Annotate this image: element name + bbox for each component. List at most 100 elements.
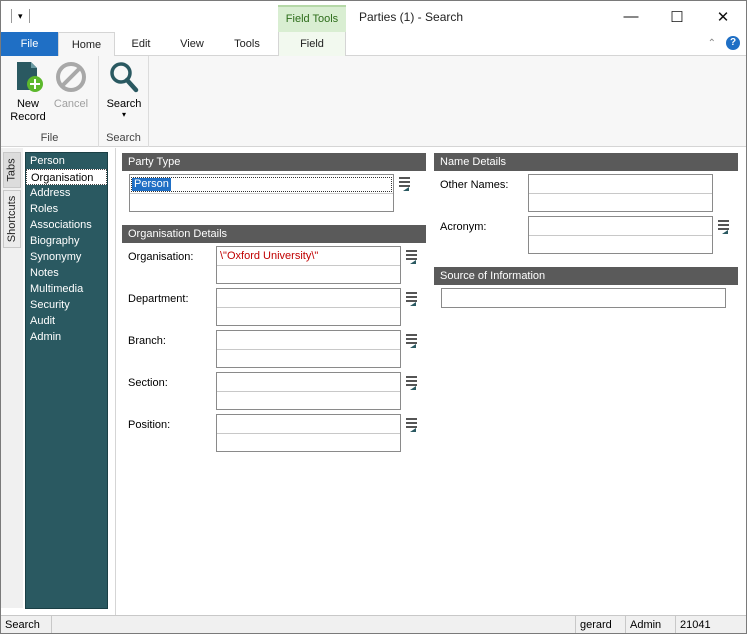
party-type-header: Party Type [122, 153, 426, 171]
tab-tools[interactable]: Tools [221, 32, 273, 56]
branch-field[interactable] [216, 330, 401, 368]
organisation-lookup-icon[interactable] [405, 249, 419, 265]
section-field[interactable] [216, 372, 401, 410]
field-row-divider [529, 235, 712, 236]
party-type-value: Person [132, 178, 171, 191]
nav-item-address[interactable]: Address [26, 185, 107, 201]
side-tab-tabs[interactable]: Tabs [3, 152, 21, 188]
source-of-information-field[interactable] [441, 288, 726, 308]
search-group-label: Search [106, 132, 141, 144]
nav-item-roles[interactable]: Roles [26, 201, 107, 217]
cancel-label: Cancel [53, 98, 89, 110]
section-lookup-icon[interactable] [405, 375, 419, 391]
quick-access-toolbar: ▾ [11, 7, 30, 25]
organisation-value: \"Oxford University\" [220, 250, 319, 262]
new-record-icon [17, 62, 43, 92]
status-role: Admin [625, 616, 675, 633]
title-bar: ▾ Field Tools Parties (1) - Search — ☐ ✕ [1, 1, 746, 32]
nav-item-audit[interactable]: Audit [26, 313, 107, 329]
status-message [51, 616, 575, 633]
tab-view[interactable]: View [167, 32, 217, 56]
close-icon: ✕ [716, 8, 730, 26]
branch-label: Branch: [128, 335, 166, 347]
nav-item-notes[interactable]: Notes [26, 265, 107, 281]
qat-separator [28, 9, 30, 23]
nav-item-multimedia[interactable]: Multimedia [26, 281, 107, 297]
cancel-icon [56, 62, 86, 92]
section-label: Section: [128, 377, 168, 389]
minimize-button[interactable]: — [608, 1, 654, 32]
organisation-details-header: Organisation Details [122, 225, 426, 243]
collapse-ribbon-icon[interactable]: ⌃ [708, 38, 716, 49]
new-record-label: New Record [10, 98, 46, 123]
field-row-divider [217, 307, 400, 308]
file-group-label: File [40, 132, 59, 144]
status-bar: Search gerard Admin 21041 [1, 615, 746, 633]
search-dropdown-icon[interactable]: ▾ [102, 111, 146, 119]
position-label: Position: [128, 419, 171, 431]
organisation-field[interactable]: \"Oxford University\" [216, 246, 401, 284]
ribbon: New Record Cancel File Search ▾ Search [1, 56, 746, 147]
field-row-divider [217, 433, 400, 434]
nav-item-security[interactable]: Security [26, 297, 107, 313]
tab-field[interactable]: Field [278, 32, 346, 56]
department-field[interactable] [216, 288, 401, 326]
field-row-divider [217, 391, 400, 392]
nav-item-organisation[interactable]: Organisation [26, 169, 107, 185]
side-tab-shortcuts-label: Shortcuts [6, 195, 18, 243]
app-window: ▾ Field Tools Parties (1) - Search — ☐ ✕… [0, 0, 747, 634]
position-field[interactable] [216, 414, 401, 452]
field-row-divider [217, 265, 400, 266]
source-of-information-header: Source of Information [434, 267, 738, 285]
field-row-divider [529, 193, 712, 194]
qat-separator [11, 9, 12, 23]
search-icon [110, 62, 139, 93]
other-names-field[interactable] [528, 174, 713, 212]
search-button[interactable]: Search ▾ [102, 60, 146, 119]
window-title: Parties (1) - Search [359, 10, 464, 24]
nav-item-associations[interactable]: Associations [26, 217, 107, 233]
maximize-icon: ☐ [670, 8, 684, 26]
help-icon[interactable]: ? [726, 36, 740, 50]
party-type-selection: Person [131, 177, 392, 192]
acronym-lookup-icon[interactable] [717, 219, 731, 235]
ribbon-tab-strip: File Home Edit View Tools Field ⌃ ? [1, 32, 746, 57]
position-lookup-icon[interactable] [405, 417, 419, 433]
nav-item-synonymy[interactable]: Synonymy [26, 249, 107, 265]
close-button[interactable]: ✕ [700, 1, 746, 32]
acronym-field[interactable] [528, 216, 713, 254]
side-tab-shortcuts[interactable]: Shortcuts [3, 190, 21, 248]
status-mode: Search [5, 619, 40, 631]
department-lookup-icon[interactable] [405, 291, 419, 307]
tab-edit[interactable]: Edit [117, 32, 165, 56]
field-row-divider [217, 349, 400, 350]
search-label: Search [106, 98, 142, 110]
organisation-label: Organisation: [128, 251, 194, 263]
ribbon-group-search: Search ▾ Search [99, 56, 149, 147]
party-type-lookup-icon[interactable] [398, 176, 412, 192]
qat-customize-icon[interactable]: ▾ [18, 11, 23, 21]
field-row-divider [130, 193, 393, 194]
ribbon-group-file: New Record Cancel File [1, 56, 99, 147]
party-type-field[interactable]: Person [129, 174, 394, 212]
cancel-button[interactable]: Cancel [49, 60, 93, 111]
tab-home[interactable]: Home [58, 32, 115, 57]
tab-navigator: Person Organisation Address Roles Associ… [25, 152, 108, 609]
field-tools-context-header: Field Tools [278, 5, 346, 32]
name-details-header: Name Details [434, 153, 738, 171]
ribbon-right-controls: ⌃ ? [708, 36, 740, 50]
department-label: Department: [128, 293, 189, 305]
new-record-button[interactable]: New Record [7, 60, 49, 124]
side-tab-tabs-label: Tabs [6, 158, 18, 182]
minimize-icon: — [623, 8, 639, 25]
tab-file[interactable]: File [1, 32, 58, 56]
status-number: 21041 [675, 616, 746, 633]
nav-item-admin[interactable]: Admin [26, 329, 107, 345]
acronym-label: Acronym: [440, 221, 487, 233]
nav-item-person[interactable]: Person [26, 153, 107, 169]
side-tab-strip: Tabs Shortcuts [1, 148, 23, 608]
maximize-button[interactable]: ☐ [654, 1, 700, 32]
branch-lookup-icon[interactable] [405, 333, 419, 349]
other-names-label: Other Names: [440, 179, 509, 191]
nav-item-biography[interactable]: Biography [26, 233, 107, 249]
